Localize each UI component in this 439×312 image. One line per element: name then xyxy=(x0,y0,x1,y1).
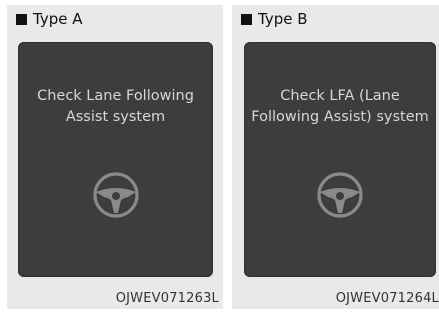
warning-message: Check Lane Following Assist system xyxy=(37,88,194,125)
cluster-display: Check LFA (Lane Following Assist) system xyxy=(244,42,436,277)
steering-wheel-icon xyxy=(317,172,363,218)
image-code: OJWEV071263L xyxy=(115,291,219,306)
panel-title: Type B xyxy=(241,10,308,28)
image-code: OJWEV071264L xyxy=(335,291,439,306)
panel-type-a: Type A Check Lane Following Assist syste… xyxy=(7,5,223,309)
panel-title: Type A xyxy=(16,10,82,28)
square-bullet-icon xyxy=(241,13,252,25)
warning-message: Check LFA (Lane Following Assist) system xyxy=(251,88,429,125)
steering-wheel-icon xyxy=(92,172,139,218)
panel-title-text: Type B xyxy=(258,10,308,28)
square-bullet-icon xyxy=(16,13,27,25)
panel-type-b: Type B Check LFA (Lane Following Assist)… xyxy=(232,5,439,309)
panel-title-text: Type A xyxy=(33,10,83,28)
cluster-display: Check Lane Following Assist system xyxy=(18,42,213,277)
